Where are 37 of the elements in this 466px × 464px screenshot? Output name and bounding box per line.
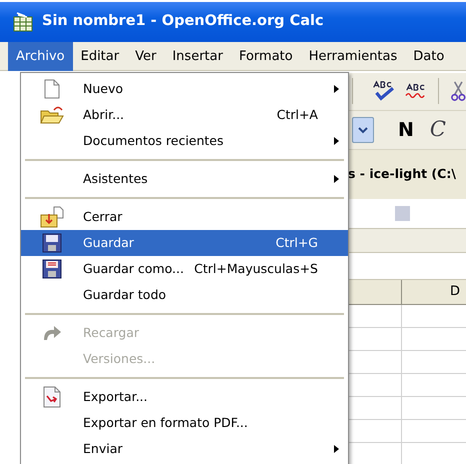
menu-item[interactable]: Exportar en formato PDF... [21, 410, 348, 436]
page-arrow-icon [43, 386, 61, 408]
menu-item[interactable]: Exportar... [21, 384, 348, 410]
menu-item[interactable]: Guardar como... Ctrl+Mayusculas+S [21, 256, 348, 282]
italic-button[interactable]: C [430, 114, 446, 146]
submenu-arrow-icon [334, 136, 339, 145]
scissors-icon[interactable] [451, 79, 466, 104]
menu-bar-item[interactable]: Editar [72, 42, 128, 71]
submenu-arrow-icon [334, 444, 339, 453]
menu-item[interactable]: Cerrar [21, 204, 348, 230]
menu-item[interactable]: Asistentes [21, 166, 348, 192]
submenu-arrow-icon [334, 84, 339, 93]
caret-icon [357, 126, 369, 134]
menu-bar-item[interactable]: Ver [127, 42, 164, 71]
menu-bar-item[interactable]: Dato [405, 42, 452, 71]
bold-button[interactable]: N [398, 116, 414, 144]
menu-item[interactable]: Documentos recientes [21, 128, 348, 154]
blank-page-icon [44, 79, 60, 99]
folder-icon [40, 105, 64, 125]
spellcheck-icon [370, 79, 397, 104]
menu-bar-item[interactable]: Insertar [164, 42, 231, 71]
dropdown-button[interactable] [352, 116, 374, 143]
menu-item[interactable]: Enviar [21, 436, 348, 462]
menu-bar-item[interactable]: Archivo [8, 42, 73, 71]
menu-item[interactable]: Nuevo [21, 76, 348, 102]
menu-item[interactable]: Abrir... Ctrl+A [21, 102, 348, 128]
window-title: Sin nombre1 - OpenOffice.org Calc [42, 12, 324, 32]
ruler-marker [395, 206, 410, 221]
spreadsheet-icon [12, 11, 34, 33]
menu-item[interactable]: Guardar todo [21, 282, 348, 308]
submenu-arrow-icon [334, 174, 339, 183]
document-title: s - ice-light (C:\ [348, 165, 456, 184]
menu-bar-item[interactable]: Formato [230, 42, 301, 71]
folder-arrow-icon [40, 206, 64, 228]
menu-item[interactable]: Guardar Ctrl+G [21, 230, 348, 256]
menu-bar-item[interactable]: Herramientas [300, 42, 406, 71]
curved-arrow-icon [42, 325, 62, 341]
